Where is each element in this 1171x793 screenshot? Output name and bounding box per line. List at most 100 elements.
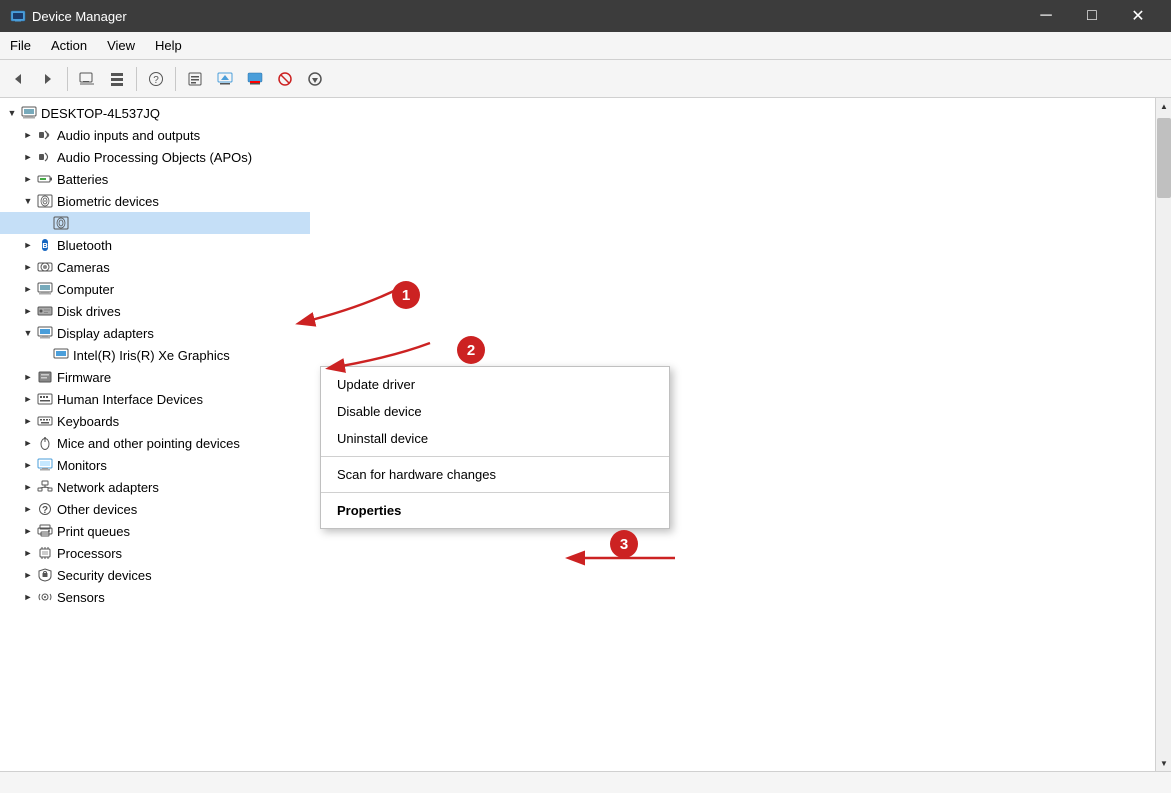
display-expand[interactable]: ▼ [20,325,36,341]
cameras-expand[interactable]: ► [20,259,36,275]
tree-item-audio-io[interactable]: ► Audio inputs and outputs [0,124,1155,146]
tree-item-bluetooth[interactable]: ► ʙ Bluetooth [0,234,1155,256]
ctx-separator-1 [321,456,669,457]
audio-icon [36,127,54,143]
properties-button[interactable] [181,65,209,93]
ctx-update-driver[interactable]: Update driver [321,371,669,398]
firmware-expand[interactable]: ► [20,369,36,385]
app-icon [10,8,26,24]
print-expand[interactable]: ► [20,523,36,539]
scan-hardware-toolbar-button[interactable] [301,65,329,93]
biometric-expand[interactable]: ▼ [20,193,36,209]
monitors-expand[interactable]: ► [20,457,36,473]
keyboard-icon [36,413,54,429]
batteries-label: Batteries [57,172,108,187]
list-view-button[interactable] [103,65,131,93]
scrollbar[interactable]: ▲ ▼ [1155,98,1171,771]
tree-item-biometric[interactable]: ▼ Biometric devices [0,190,1155,212]
window: Device Manager ─ □ ✕ File Action View He… [0,0,1171,793]
keyboard-expand[interactable]: ► [20,413,36,429]
processors-label: Processors [57,546,122,561]
tree-item-disk[interactable]: ► Disk drives [0,300,1155,322]
network-expand[interactable]: ► [20,479,36,495]
close-button[interactable]: ✕ [1115,0,1161,32]
tree-item-biometric-child[interactable]: ► [0,212,310,234]
batteries-icon [36,171,54,187]
disk-expand[interactable]: ► [20,303,36,319]
uninstall-device-toolbar-button[interactable] [271,65,299,93]
mice-icon [36,435,54,451]
mice-expand[interactable]: ► [20,435,36,451]
monitors-label: Monitors [57,458,107,473]
menu-action[interactable]: Action [41,34,97,57]
tree-root[interactable]: ▼ DESKTOP-4L537JQ [0,102,1155,124]
ctx-scan-hardware[interactable]: Scan for hardware changes [321,461,669,488]
bluetooth-label: Bluetooth [57,238,112,253]
other-expand[interactable]: ► [20,501,36,517]
tree-item-processors[interactable]: ► Processors [0,542,1155,564]
show-all-button[interactable] [73,65,101,93]
biometric-label: Biometric devices [57,194,159,209]
disable-device-toolbar-button[interactable] [241,65,269,93]
gpu-icon [52,347,70,363]
security-icon [36,567,54,583]
toolbar-separator-1 [67,67,68,91]
forward-button[interactable] [34,65,62,93]
tree-item-batteries[interactable]: ► Batteries [0,168,1155,190]
hid-label: Human Interface Devices [57,392,203,407]
svg-text:ʙ: ʙ [42,240,48,250]
mice-label: Mice and other pointing devices [57,436,240,451]
update-driver-toolbar-button[interactable] [211,65,239,93]
sensors-label: Sensors [57,590,105,605]
tree-item-sensors[interactable]: ► Sensors [0,586,1155,608]
biometric-icon [36,193,54,209]
cameras-icon [36,259,54,275]
audio-io-label: Audio inputs and outputs [57,128,200,143]
firmware-label: Firmware [57,370,111,385]
window-title: Device Manager [32,9,1023,24]
svg-text:?: ? [153,75,159,86]
tree-item-cameras[interactable]: ► Cameras [0,256,1155,278]
scroll-up-arrow[interactable]: ▲ [1156,98,1171,114]
audio-io-expand[interactable]: ► [20,127,36,143]
gpu-label: Intel(R) Iris(R) Xe Graphics [73,348,230,363]
ctx-uninstall-device[interactable]: Uninstall device [321,425,669,452]
computer-expand[interactable]: ► [20,281,36,297]
hid-expand[interactable]: ► [20,391,36,407]
toolbar-separator-2 [136,67,137,91]
display-label: Display adapters [57,326,154,341]
menu-view[interactable]: View [97,34,145,57]
scroll-thumb[interactable] [1157,118,1171,198]
tree-item-security[interactable]: ► Security devices [0,564,1155,586]
batteries-expand[interactable]: ► [20,171,36,187]
tree-item-gpu[interactable]: ► Intel(R) Iris(R) Xe Graphics [0,344,1155,366]
ctx-disable-device[interactable]: Disable device [321,398,669,425]
menu-help[interactable]: Help [145,34,192,57]
network-label: Network adapters [57,480,159,495]
maximize-button[interactable]: □ [1069,0,1115,32]
tree-item-display[interactable]: ▼ Display adapters [0,322,1155,344]
root-label: DESKTOP-4L537JQ [41,106,160,121]
ctx-separator-2 [321,492,669,493]
hid-icon [36,391,54,407]
scroll-down-arrow[interactable]: ▼ [1156,755,1171,771]
minimize-button[interactable]: ─ [1023,0,1069,32]
sensors-expand[interactable]: ► [20,589,36,605]
keyboard-label: Keyboards [57,414,119,429]
security-label: Security devices [57,568,152,583]
apo-expand[interactable]: ► [20,149,36,165]
security-expand[interactable]: ► [20,567,36,583]
tree-item-apo[interactable]: ► Audio Processing Objects (APOs) [0,146,1155,168]
other-label: Other devices [57,502,137,517]
bluetooth-expand[interactable]: ► [20,237,36,253]
help-button[interactable]: ? [142,65,170,93]
processors-expand[interactable]: ► [20,545,36,561]
other-icon: ? [36,501,54,517]
menu-file[interactable]: File [0,34,41,57]
status-bar [0,771,1171,793]
title-bar: Device Manager ─ □ ✕ [0,0,1171,32]
root-expand[interactable]: ▼ [4,105,20,121]
tree-item-computer[interactable]: ► Computer [0,278,1155,300]
ctx-properties[interactable]: Properties [321,497,669,524]
back-button[interactable] [4,65,32,93]
